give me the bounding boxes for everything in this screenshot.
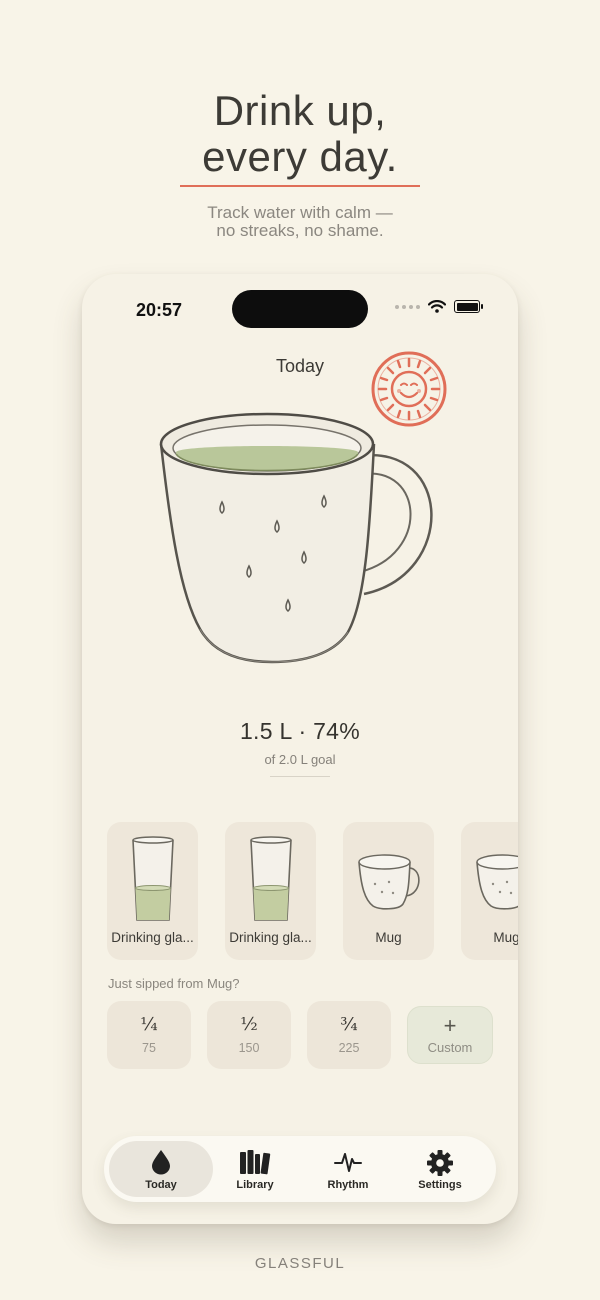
tab-bar: Today Library Rhythm Settings — [104, 1136, 496, 1202]
tab-label: Library — [236, 1179, 274, 1191]
intake-amount: 1.5 L · 74% — [239, 718, 361, 744]
hero-underline — [180, 185, 420, 187]
mug-icon — [476, 854, 518, 910]
hero-subtitle: Track water with calm — no streaks, no s… — [0, 204, 600, 240]
library-books-icon — [240, 1150, 271, 1175]
water-drop-icon — [152, 1150, 170, 1175]
goal-divider — [270, 776, 330, 777]
wifi-icon — [428, 300, 446, 313]
vessel-carousel[interactable]: Drinking gla... Drinking gla... Mug Mug — [107, 822, 518, 960]
custom-portion-button[interactable]: + Custom — [407, 1006, 493, 1064]
portion-half-button[interactable]: ½ 150 — [207, 1001, 291, 1069]
hero-subtitle-line-2: no streaks, no shame. — [216, 221, 384, 240]
portion-three-quarter-button[interactable]: ¾ 225 — [307, 1001, 391, 1069]
vessel-card[interactable]: Drinking gla... — [225, 822, 316, 960]
hero-subtitle-line-1: Track water with calm — — [207, 203, 393, 222]
vessel-card[interactable]: Drinking gla... — [107, 822, 198, 960]
pulse-icon — [334, 1153, 362, 1172]
portion-ml: 150 — [238, 1041, 260, 1055]
tab-label: Rhythm — [327, 1179, 369, 1191]
tab-library[interactable]: Library — [203, 1141, 307, 1197]
status-time: 20:57 — [136, 300, 183, 320]
custom-label: Custom — [427, 1039, 473, 1055]
portion-ml: 75 — [142, 1041, 156, 1055]
hero-title: Drink up, every day. — [0, 88, 600, 180]
hero-title-line-2: every day. — [202, 133, 398, 180]
portion-fraction: ¾ — [340, 1014, 358, 1035]
portion-ml: 225 — [338, 1041, 360, 1055]
tab-rhythm[interactable]: Rhythm — [296, 1141, 400, 1197]
vessel-label: Drinking gla... — [111, 930, 194, 945]
intake-goal: of 2.0 L goal — [264, 752, 336, 767]
tab-label: Settings — [418, 1179, 462, 1191]
mug-icon — [358, 854, 420, 910]
screen-title: Today — [275, 356, 325, 376]
brand-name: GLASSFUL — [254, 1255, 346, 1272]
hero-title-line-1: Drink up, — [213, 87, 387, 134]
glass-icon — [250, 836, 292, 921]
phone-frame: 20:57 Today 1.5 L · 74% of 2.0 L goal Dr… — [82, 274, 518, 1224]
plus-icon: + — [443, 1012, 457, 1038]
glass-icon — [132, 836, 174, 921]
battery-icon — [454, 300, 483, 313]
portion-quarter-button[interactable]: ¼ 75 — [107, 1001, 191, 1069]
vessel-label: Mug — [375, 930, 402, 945]
tab-settings[interactable]: Settings — [388, 1141, 492, 1197]
dynamic-island — [232, 290, 368, 328]
mug-illustration — [159, 412, 433, 664]
gear-icon — [427, 1150, 453, 1176]
tab-label: Today — [145, 1179, 177, 1191]
status-icons — [395, 300, 483, 313]
vessel-label: Mug — [493, 930, 518, 945]
portion-buttons: ¼ 75 ½ 150 ¾ 225 + Custom — [107, 1001, 493, 1069]
portion-fraction: ¼ — [140, 1014, 158, 1035]
vessel-card[interactable]: Mug — [343, 822, 434, 960]
portion-fraction: ½ — [240, 1014, 258, 1035]
marketing-page: Drink up, every day. Track water with ca… — [0, 0, 600, 1300]
sipped-prompt: Just sipped from Mug? — [108, 976, 240, 991]
vessel-card[interactable]: Mug — [461, 822, 518, 960]
signal-icon — [395, 304, 420, 309]
tab-today[interactable]: Today — [109, 1141, 213, 1197]
vessel-label: Drinking gla... — [229, 930, 312, 945]
